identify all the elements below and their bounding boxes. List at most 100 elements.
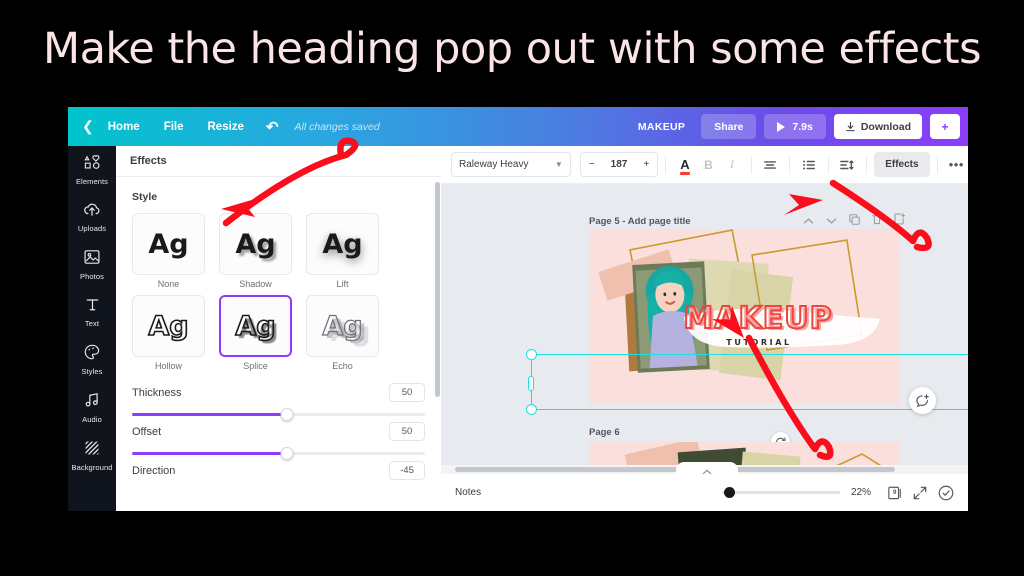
page-controls [803, 212, 906, 230]
page5-header: Page 5 - Add page title [589, 212, 906, 230]
thickness-slider-row: Thickness 50 [132, 383, 425, 421]
page5-thumbnail[interactable]: MAKEUP MAKEUP TUTORIAL [589, 229, 900, 404]
zoom-slider[interactable] [722, 487, 840, 498]
sidebar-item-background[interactable]: Background [68, 431, 116, 479]
style-preview-box[interactable]: Ag [306, 295, 379, 357]
page5-title[interactable]: Page 5 - Add page title [589, 216, 691, 227]
undo-icon[interactable]: ↶ [256, 118, 289, 136]
resize-button[interactable]: Resize [196, 121, 256, 133]
project-name-label[interactable]: MAKEUP [638, 121, 701, 133]
sidebar-item-uploads[interactable]: Uploads [68, 193, 116, 240]
direction-value[interactable]: -45 [389, 461, 425, 480]
offset-header: Offset 50 [132, 422, 425, 441]
line-spacing-icon[interactable] [836, 153, 860, 177]
style-preview-box-selected[interactable]: Ag [219, 295, 292, 357]
thickness-slider[interactable] [132, 408, 425, 421]
toolbar-divider [827, 155, 829, 174]
direction-label: Direction [132, 464, 176, 477]
style-preview-box[interactable]: Ag [132, 213, 205, 275]
expand-icon[interactable] [913, 486, 927, 500]
style-option-none[interactable]: Ag None [132, 213, 205, 289]
download-icon [846, 121, 855, 132]
sidebar-label-audio: Audio [82, 415, 102, 424]
thickness-value[interactable]: 50 [389, 383, 425, 402]
zoom-percent-label: 22% [851, 487, 872, 498]
bullet-list-icon[interactable] [797, 153, 821, 177]
style-options-grid: Ag None Ag Shadow Ag Lift Ag Hollow Ag S… [132, 213, 425, 377]
font-size-decrease[interactable]: − [581, 159, 603, 170]
page-manager-icon[interactable]: 9 [888, 485, 902, 500]
effects-button[interactable]: Effects [874, 152, 930, 177]
bold-icon[interactable]: B [697, 153, 721, 177]
offset-slider-knob[interactable] [280, 447, 294, 460]
font-family-value: Raleway Heavy [459, 159, 529, 170]
file-menu[interactable]: File [152, 121, 196, 133]
text-color-icon[interactable]: A [673, 153, 697, 177]
left-tool-rail: Elements Uploads Photos Text Styles Audi… [68, 146, 116, 511]
style-option-hollow[interactable]: Ag Hollow [132, 295, 205, 371]
zoom-slider-knob[interactable] [724, 487, 735, 498]
more-horizontal-icon[interactable]: ••• [945, 153, 968, 177]
page-title: Make the heading pop out with some effec… [42, 24, 982, 74]
style-option-echo[interactable]: Ag Echo [306, 295, 379, 371]
canvas-area[interactable]: Page 5 - Add page title MAKEUP MAKEUP TU… [441, 184, 968, 474]
page6-title[interactable]: Page 6 [589, 427, 620, 438]
add-page-icon[interactable] [894, 212, 906, 230]
canvas-scrollbar-thumb[interactable] [455, 467, 895, 472]
save-status-label: All changes saved [294, 120, 380, 133]
chevron-left-icon[interactable]: ❮ [68, 118, 96, 135]
notes-button[interactable]: Notes [455, 487, 481, 498]
align-center-icon[interactable] [759, 153, 783, 177]
resize-handle-bottom-left[interactable] [526, 404, 537, 415]
style-sample-glyph: Ag [148, 310, 190, 342]
style-option-shadow[interactable]: Ag Shadow [219, 213, 292, 289]
chevron-up-icon[interactable] [803, 212, 814, 230]
sidebar-item-elements[interactable]: Elements [68, 146, 116, 193]
more-options-button[interactable]: + [930, 114, 960, 139]
share-button[interactable]: Share [701, 114, 757, 139]
resize-handle-top-left[interactable] [526, 349, 537, 360]
add-comment-icon[interactable] [909, 387, 936, 414]
thickness-slider-fill [132, 413, 288, 416]
style-label: Splice [243, 361, 268, 371]
help-check-icon[interactable] [938, 485, 954, 501]
notes-toggle-tab[interactable] [676, 462, 738, 474]
style-preview-box[interactable]: Ag [306, 213, 379, 275]
offset-value[interactable]: 50 [389, 422, 425, 441]
font-family-select[interactable]: Raleway Heavy ▼ [451, 152, 571, 177]
sidebar-label-uploads: Uploads [77, 224, 107, 233]
download-button[interactable]: Download [833, 114, 922, 139]
bottom-status-bar: Notes 22% 9 [441, 474, 968, 511]
toolbar-divider [750, 155, 752, 174]
style-sample-glyph: Ag [235, 228, 276, 260]
style-preview-box[interactable]: Ag [219, 213, 292, 275]
sidebar-item-text[interactable]: Text [68, 288, 116, 335]
style-preview-box[interactable]: Ag [132, 295, 205, 357]
download-label: Download [860, 120, 911, 133]
sidebar-item-audio[interactable]: Audio [68, 383, 116, 431]
offset-slider[interactable] [132, 447, 425, 460]
trash-icon[interactable] [872, 212, 882, 230]
sidebar-item-photos[interactable]: Photos [68, 240, 116, 288]
cloud-upload-icon [83, 202, 101, 221]
font-size-value[interactable]: 187 [603, 159, 636, 170]
panel-scrollbar[interactable] [435, 182, 440, 397]
resize-handle-left[interactable] [528, 376, 534, 391]
home-button[interactable]: Home [96, 121, 152, 133]
style-option-splice[interactable]: Ag Splice [219, 295, 292, 371]
toolbar-divider [789, 155, 791, 174]
font-size-increase[interactable]: + [635, 159, 657, 170]
font-size-stepper[interactable]: − 187 + [579, 152, 659, 177]
thickness-label: Thickness [132, 386, 182, 399]
style-option-lift[interactable]: Ag Lift [306, 213, 379, 289]
duplicate-icon[interactable] [849, 212, 860, 230]
present-button[interactable]: 7.9s [764, 114, 826, 139]
offset-slider-row: Offset 50 [132, 422, 425, 460]
hatch-pattern-icon [84, 440, 100, 460]
italic-icon[interactable]: I [720, 153, 744, 177]
chevron-down-icon[interactable] [826, 212, 837, 230]
plus-icon: + [941, 119, 949, 134]
page5-artwork: MAKEUP MAKEUP TUTORIAL [589, 229, 900, 404]
sidebar-item-styles[interactable]: Styles [68, 335, 116, 383]
thickness-slider-knob[interactable] [280, 408, 294, 421]
